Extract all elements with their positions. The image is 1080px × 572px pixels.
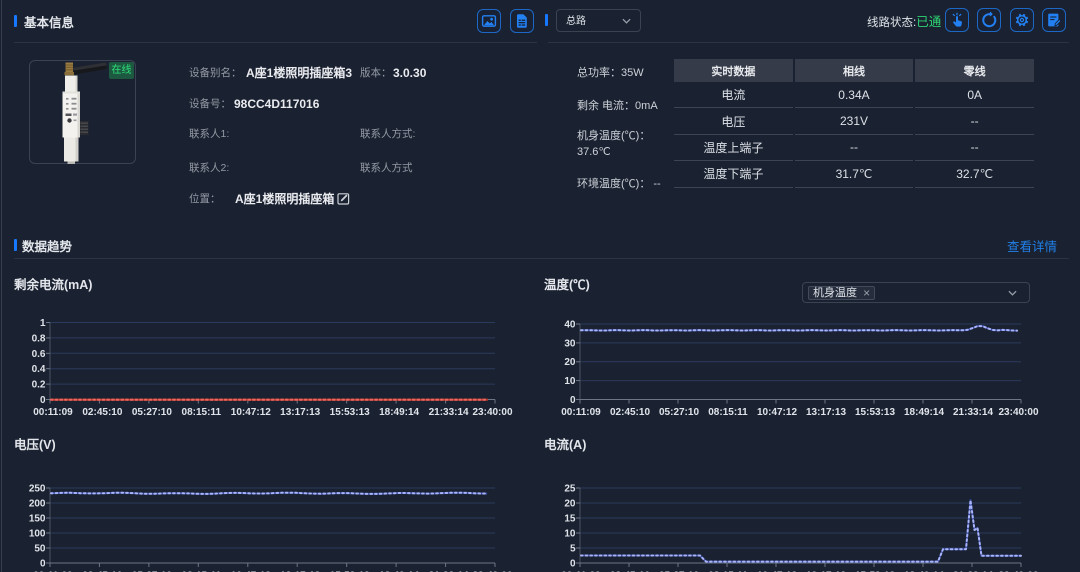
svg-text:18:49:14: 18:49:14	[904, 407, 944, 418]
svg-text:10: 10	[564, 376, 576, 387]
svg-text:00:11:09: 00:11:09	[561, 407, 601, 418]
svg-text:13:17:13: 13:17:13	[280, 407, 320, 418]
svg-text:0: 0	[570, 559, 576, 570]
svg-text:23:40:00: 23:40:00	[472, 407, 512, 418]
svg-text:05:27:10: 05:27:10	[659, 407, 699, 418]
svg-text:30: 30	[564, 338, 576, 349]
svg-text:10: 10	[564, 529, 576, 540]
svg-text:0: 0	[570, 395, 576, 406]
svg-text:50: 50	[34, 544, 46, 555]
svg-text:0.8: 0.8	[32, 333, 46, 344]
svg-text:0: 0	[40, 559, 46, 570]
svg-text:40: 40	[564, 320, 576, 331]
svg-text:00:11:09: 00:11:09	[33, 407, 73, 418]
svg-text:150: 150	[29, 514, 46, 525]
svg-text:1: 1	[40, 318, 46, 329]
svg-text:25: 25	[564, 484, 576, 495]
svg-text:20: 20	[564, 357, 576, 368]
svg-text:21:33:14: 21:33:14	[953, 407, 993, 418]
svg-text:15:53:13: 15:53:13	[330, 407, 370, 418]
svg-text:0.2: 0.2	[32, 380, 46, 391]
svg-text:0.6: 0.6	[32, 349, 46, 360]
svg-text:13:17:13: 13:17:13	[806, 407, 846, 418]
svg-text:20: 20	[564, 499, 576, 510]
svg-text:23:40:00: 23:40:00	[998, 407, 1038, 418]
svg-text:08:15:11: 08:15:11	[708, 407, 748, 418]
svg-text:10:47:12: 10:47:12	[231, 407, 271, 418]
svg-text:08:15:11: 08:15:11	[182, 407, 222, 418]
svg-text:200: 200	[29, 499, 46, 510]
svg-text:15: 15	[564, 514, 576, 525]
svg-text:21:33:14: 21:33:14	[429, 407, 469, 418]
svg-text:0: 0	[40, 395, 46, 406]
svg-text:02:45:10: 02:45:10	[610, 407, 650, 418]
svg-text:5: 5	[570, 544, 576, 555]
svg-text:18:49:14: 18:49:14	[379, 407, 419, 418]
svg-text:15:53:13: 15:53:13	[855, 407, 895, 418]
svg-text:0.4: 0.4	[32, 364, 46, 375]
svg-text:250: 250	[29, 484, 46, 495]
svg-text:02:45:10: 02:45:10	[82, 407, 122, 418]
svg-text:100: 100	[29, 529, 46, 540]
svg-text:10:47:12: 10:47:12	[757, 407, 797, 418]
svg-text:05:27:10: 05:27:10	[132, 407, 172, 418]
